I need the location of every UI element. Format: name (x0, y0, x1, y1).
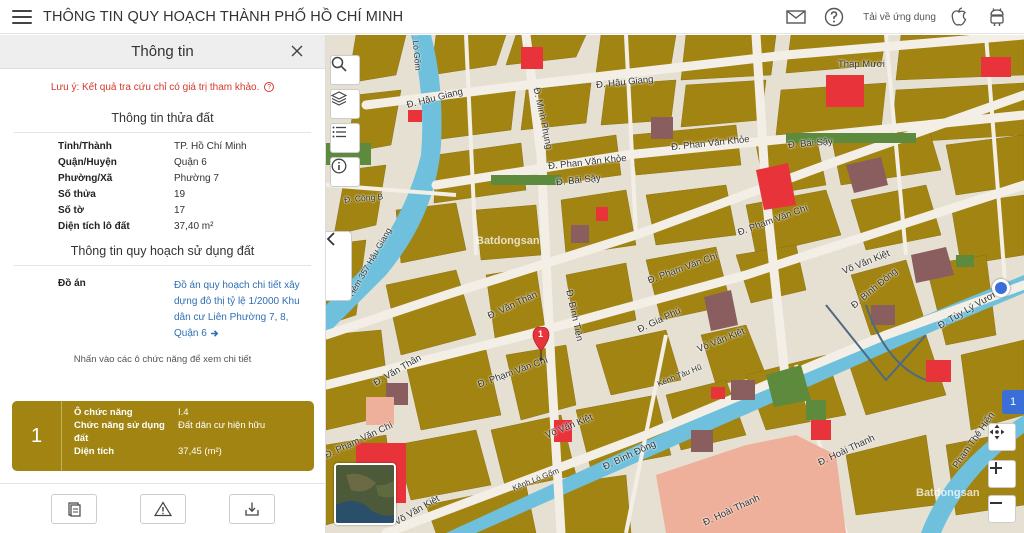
zoom-in-button[interactable] (988, 460, 1016, 488)
warning-button[interactable] (139, 493, 186, 524)
help-icon[interactable]: ? (264, 82, 275, 93)
download-app-text: Tải về ứng dụng (863, 11, 936, 23)
street-label: Tháp Mười (838, 59, 885, 70)
land-info-label: Diện tích lô đất (58, 221, 130, 232)
chevron-left-icon (326, 232, 335, 246)
download-button[interactable] (228, 493, 275, 524)
locate-button[interactable] (988, 423, 1016, 451)
card-row: Ô chức năng I.4 (74, 406, 265, 419)
card-row: Chức năng sử dụng đất Đất dân cư hiện hữu (74, 419, 265, 445)
land-info-label: Số thửa (58, 189, 96, 200)
locate-icon (989, 424, 1005, 440)
panel-title: Thông tin (131, 43, 194, 60)
location-toggle[interactable] (992, 279, 1010, 297)
card-value: Đất dân cư hiện hữu (178, 420, 266, 431)
layers-icon (331, 91, 347, 106)
search-icon (331, 56, 347, 72)
apple-icon[interactable] (948, 6, 970, 28)
land-info-value: TP. Hồ Chí Minh (174, 141, 247, 152)
report-icon (68, 501, 81, 517)
minus-icon (990, 502, 1002, 504)
info-panel: Thông tin Lưu ý: Kết quả tra cứu chỉ có … (0, 35, 326, 533)
layers-button[interactable] (330, 89, 360, 119)
card-body: Ô chức năng I.4 Chức năng sử dụng đất Đất … (62, 401, 265, 471)
warning-icon (153, 500, 172, 516)
info-icon (331, 158, 347, 174)
pin-label: 1 (538, 329, 544, 339)
collapse-panel-button[interactable] (326, 231, 352, 301)
hint-text: Nhấn vào các ô chức năng để xem chi tiết (73, 354, 252, 365)
arrow-right-icon (210, 330, 218, 337)
land-info-value: Phường 7 (174, 173, 219, 184)
disclaimer-text: Lưu ý: Kết quả tra cứu chỉ có giá trị th… (50, 82, 260, 93)
card-row: Diện tích 37,45 (m²) (74, 445, 265, 458)
land-info-row: Tỉnh/Thành TP. Hồ Chí Minh (58, 139, 325, 155)
header-actions: Tải về ứng dụng (785, 0, 1024, 34)
land-info-value: Quận 6 (174, 157, 207, 168)
land-info-row: Phường/Xã Phường 7 (58, 171, 325, 187)
menu-icon[interactable] (12, 9, 32, 24)
card-number: 1 (12, 401, 62, 471)
land-info-label: Quận/Huyện (58, 157, 117, 168)
zoom-out-button[interactable] (988, 495, 1016, 523)
watermark: Batdongsan (916, 487, 980, 499)
app-title: THÔNG TIN QUY HOẠCH THÀNH PHỐ HỒ CHÍ MIN… (43, 8, 404, 25)
planning-map[interactable]: Đ. Hậu Giang Đ. Hậu Giang Tháp Mười Đ. P… (326, 35, 1024, 533)
card-label: Ô chức năng (74, 407, 133, 418)
card-label: Chức năng sử dụng đất (74, 420, 165, 444)
watermark: Batdongsan (476, 235, 540, 247)
card-label: Diện tích (74, 446, 115, 457)
search-button[interactable] (330, 55, 360, 85)
plan-row: Đồ án Đồ án quy hoạch chi tiết xây dựng … (58, 278, 325, 342)
land-info-label: Tỉnh/Thành (58, 141, 112, 152)
land-section-title: Thông tin thửa đất (111, 111, 214, 125)
panel-header: Thông tin (0, 35, 325, 69)
satellite-minimap[interactable] (334, 463, 396, 525)
list-icon (332, 126, 346, 138)
land-info-value: 17 (174, 205, 186, 216)
help-icon[interactable] (823, 6, 845, 28)
android-icon[interactable] (986, 6, 1008, 28)
land-info-label: Số tờ (58, 205, 84, 216)
plan-section-title: Thông tin quy hoạch sử dụng đất (70, 244, 255, 258)
land-info-value: 37,40 m² (174, 221, 214, 232)
land-info-row: Số thửa 19 (58, 187, 325, 203)
land-info-list: Tỉnh/Thành TP. Hồ Chí Minh Quận/Huyện Quận… (58, 139, 325, 235)
report-button[interactable] (51, 493, 98, 524)
layer-count-badge[interactable]: 1 (1002, 390, 1024, 414)
function-cell-card[interactable]: 1 Ô chức năng I.4 Chức năng sử dụng đất Đấ… (12, 401, 314, 471)
plus-icon (990, 462, 1002, 474)
card-value: 37,45 (m²) (178, 446, 222, 457)
disclaimer-note: Lưu ý: Kết quả tra cứu chỉ có giá trị th… (0, 82, 325, 93)
land-info-row: Số tờ 17 (58, 203, 325, 219)
plan-link-text[interactable]: Đồ án quy hoạch chi tiết xây dựng đô thị… (174, 280, 300, 339)
panel-toolbar (0, 483, 326, 533)
info-button[interactable] (330, 157, 360, 187)
land-info-label: Phường/Xã (58, 173, 113, 184)
close-icon[interactable] (289, 43, 305, 59)
list-button[interactable] (330, 123, 360, 153)
land-info-value: 19 (174, 189, 186, 200)
plan-label: Đồ án (58, 278, 86, 289)
land-info-row: Quận/Huyện Quận 6 (58, 155, 325, 171)
card-value: I.4 (178, 407, 189, 418)
top-header: THÔNG TIN QUY HOẠCH THÀNH PHỐ HỒ CHÍ MIN… (0, 0, 1024, 34)
land-info-row: Diện tích lô đất 37,40 m² (58, 219, 325, 235)
map-canvas[interactable] (326, 35, 1024, 533)
divider (14, 132, 311, 133)
divider (14, 265, 311, 266)
mail-icon[interactable] (785, 6, 807, 28)
plan-link[interactable]: Đồ án quy hoạch chi tiết xây dựng đô thị… (174, 278, 304, 342)
download-icon (244, 502, 259, 516)
